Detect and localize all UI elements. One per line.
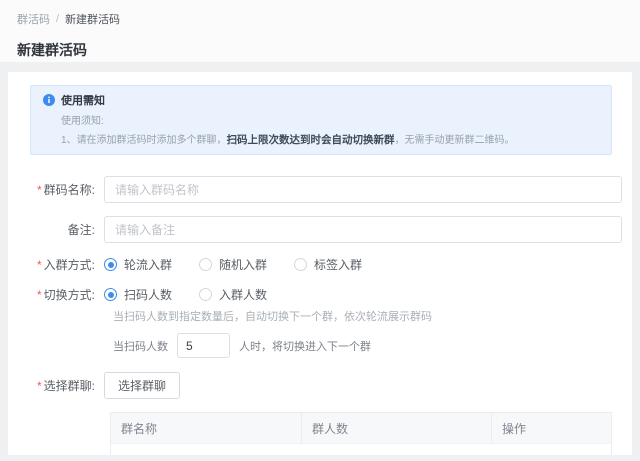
radio-unchecked-icon: [199, 288, 212, 301]
threshold-row: 当扫码人数 人时，将切换进入下一个群: [113, 333, 622, 358]
table-empty-body: [111, 443, 611, 455]
form-row-select-group: *选择群聊: 选择群聊: [8, 372, 622, 399]
form-row-join-mode: *入群方式: 轮流入群 随机入群 标签入群: [8, 256, 622, 273]
switch-mode-label: *切换方式:: [8, 286, 104, 303]
page: 群活码 / 新建群活码 新建群活码 使用需知 使用须知: 1、请在添加群活码时添…: [0, 0, 640, 461]
breadcrumb-item-current: 新建群活码: [65, 11, 120, 27]
form-card: 使用需知 使用须知: 1、请在添加群活码时添加多个群聊，扫码上限次数达到时会自动…: [8, 72, 632, 455]
selected-groups-table: 群名称 群人数 操作: [110, 412, 612, 455]
alert-subtitle: 使用须知:: [61, 112, 599, 127]
breadcrumb-item-group-livecode[interactable]: 群活码: [17, 11, 50, 27]
radio-join-random[interactable]: 随机入群: [199, 256, 267, 273]
required-mark: *: [37, 288, 42, 302]
radio-unchecked-icon: [199, 258, 212, 271]
column-header-group-name: 群名称: [111, 413, 301, 443]
radio-join-rotate[interactable]: 轮流入群: [104, 256, 172, 273]
threshold-prefix: 当扫码人数: [113, 338, 168, 354]
remark-label: 备注:: [8, 221, 104, 238]
join-mode-label: *入群方式:: [8, 256, 104, 273]
remark-input[interactable]: [104, 216, 622, 243]
threshold-input[interactable]: [177, 333, 230, 358]
select-group-label: *选择群聊:: [8, 377, 104, 394]
radio-checked-icon: [104, 288, 117, 301]
required-mark: *: [37, 379, 42, 393]
breadcrumb: 群活码 / 新建群活码: [17, 11, 640, 27]
alert-rule-highlight: 扫码上限次数达到时会自动切换新群: [227, 134, 395, 146]
info-icon: [43, 94, 55, 106]
code-name-label: *群码名称:: [8, 181, 104, 198]
alert-title: 使用需知: [61, 92, 105, 108]
switch-mode-hint: 当扫码人数到指定数量后，自动切换下一个群，依次轮流展示群码: [113, 308, 622, 324]
breadcrumb-separator: /: [56, 13, 59, 25]
alert-title-row: 使用需知: [43, 92, 599, 108]
column-header-action: 操作: [491, 413, 611, 443]
column-header-group-count: 群人数: [301, 413, 491, 443]
radio-checked-icon: [104, 258, 117, 271]
alert-rule-prefix: 请在添加群活码时添加多个群聊，: [77, 135, 227, 146]
radio-unchecked-icon: [294, 258, 307, 271]
alert-rule-number: 1、: [61, 135, 77, 146]
alert-rule-text: 1、请在添加群活码时添加多个群聊，扫码上限次数达到时会自动切换新群，无需手动更新…: [61, 131, 599, 147]
select-group-button[interactable]: 选择群聊: [104, 372, 180, 399]
radio-join-tag[interactable]: 标签入群: [294, 256, 362, 273]
form-row-switch-mode: *切换方式: 扫码人数 入群人数: [8, 286, 622, 303]
radio-switch-join-count[interactable]: 入群人数: [199, 286, 267, 303]
new-group-livecode-form: *群码名称: 备注: *入群方式: 轮流入群 随机入群: [8, 155, 632, 455]
table-header-row: 群名称 群人数 操作: [111, 413, 611, 443]
radio-switch-scan-count[interactable]: 扫码人数: [104, 286, 172, 303]
required-mark: *: [37, 183, 42, 197]
required-mark: *: [37, 258, 42, 272]
usage-notice-alert: 使用需知 使用须知: 1、请在添加群活码时添加多个群聊，扫码上限次数达到时会自动…: [30, 85, 612, 155]
page-header: 群活码 / 新建群活码 新建群活码: [0, 0, 640, 62]
alert-rule-suffix: ，无需手动更新群二维码。: [395, 135, 515, 146]
code-name-input[interactable]: [104, 176, 622, 203]
threshold-suffix: 人时，将切换进入下一个群: [239, 338, 371, 354]
form-row-remark: 备注:: [8, 216, 622, 243]
form-row-code-name: *群码名称:: [8, 176, 622, 203]
page-title: 新建群活码: [17, 40, 640, 60]
